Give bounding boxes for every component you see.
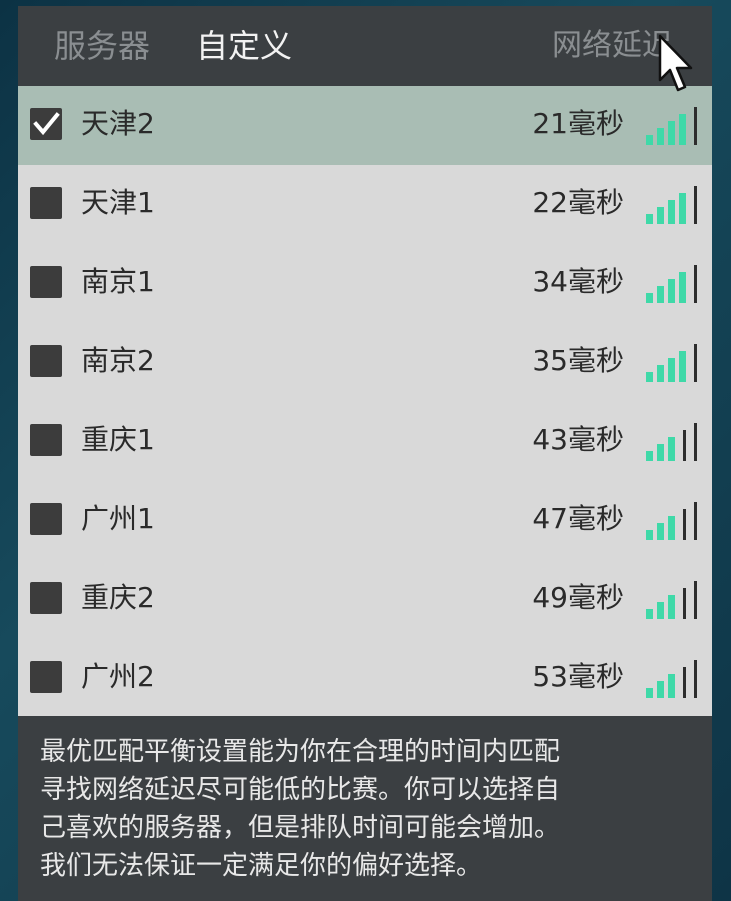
server-name: 广州1 (81, 502, 155, 535)
ping-column-header: 网络延迟 (552, 28, 672, 63)
server-list: 天津2 21毫秒天津1 22毫秒南京1 34毫秒南京2 35毫秒重庆1 43毫秒广州1 47… (18, 86, 712, 718)
checkbox-checked[interactable] (30, 108, 62, 140)
server-name: 重庆2 (81, 581, 155, 614)
signal-strength-icon (646, 423, 697, 461)
signal-strength-icon (646, 265, 697, 303)
signal-strength-icon (646, 660, 697, 698)
server-name: 天津1 (81, 186, 155, 219)
server-row[interactable]: 南京2 35毫秒 (18, 323, 712, 402)
server-row[interactable]: 广州1 47毫秒 (18, 481, 712, 560)
signal-strength-icon (646, 581, 697, 619)
checkbox-unchecked[interactable] (30, 345, 62, 377)
mouse-cursor-icon (658, 34, 693, 92)
panel-header: 服务器 自定义 网络延迟 (18, 6, 712, 86)
server-ping: 35毫秒 (532, 344, 624, 377)
matchmaking-info: 最优匹配平衡设置能为你在合理的时间内匹配 寻找网络延迟尽可能低的比赛。你可以选择自… (18, 716, 712, 901)
tab-servers[interactable]: 服务器 (54, 24, 150, 68)
server-name: 南京1 (81, 265, 155, 298)
checkbox-unchecked[interactable] (30, 503, 62, 535)
info-text-line: 最优匹配平衡设置能为你在合理的时间内匹配 (40, 737, 561, 767)
server-name: 广州2 (81, 660, 155, 693)
info-text-line: 己喜欢的服务器，但是排队时间可能会增加。 (40, 813, 561, 843)
server-row[interactable]: 天津1 22毫秒 (18, 165, 712, 244)
checkbox-unchecked[interactable] (30, 582, 62, 614)
checkmark-icon (33, 112, 60, 136)
server-ping: 21毫秒 (532, 107, 624, 140)
server-row[interactable]: 天津2 21毫秒 (18, 86, 712, 165)
tab-custom[interactable]: 自定义 (196, 24, 292, 68)
server-row[interactable]: 重庆1 43毫秒 (18, 402, 712, 481)
signal-strength-icon (646, 107, 697, 145)
server-ping: 49毫秒 (532, 581, 624, 614)
server-ping: 43毫秒 (532, 423, 624, 456)
server-ping: 47毫秒 (532, 502, 624, 535)
signal-strength-icon (646, 502, 697, 540)
server-name: 南京2 (81, 344, 155, 377)
server-selection-panel: 服务器 自定义 网络延迟 天津2 21毫秒天津1 22毫秒南京1 34毫秒南京2 35毫… (18, 6, 712, 901)
server-row[interactable]: 重庆2 49毫秒 (18, 560, 712, 639)
server-name: 天津2 (81, 107, 155, 140)
server-ping: 22毫秒 (532, 186, 624, 219)
checkbox-unchecked[interactable] (30, 661, 62, 693)
checkbox-unchecked[interactable] (30, 424, 62, 456)
signal-strength-icon (646, 186, 697, 224)
server-row[interactable]: 广州2 53毫秒 (18, 639, 712, 718)
checkbox-unchecked[interactable] (30, 266, 62, 298)
signal-strength-icon (646, 344, 697, 382)
checkbox-unchecked[interactable] (30, 187, 62, 219)
info-text-line: 寻找网络延迟尽可能低的比赛。你可以选择自 (40, 775, 561, 805)
server-ping: 34毫秒 (532, 265, 624, 298)
server-row[interactable]: 南京1 34毫秒 (18, 244, 712, 323)
info-text-line: 我们无法保证一定满足你的偏好选择。 (40, 851, 483, 881)
server-ping: 53毫秒 (532, 660, 624, 693)
server-name: 重庆1 (81, 423, 155, 456)
